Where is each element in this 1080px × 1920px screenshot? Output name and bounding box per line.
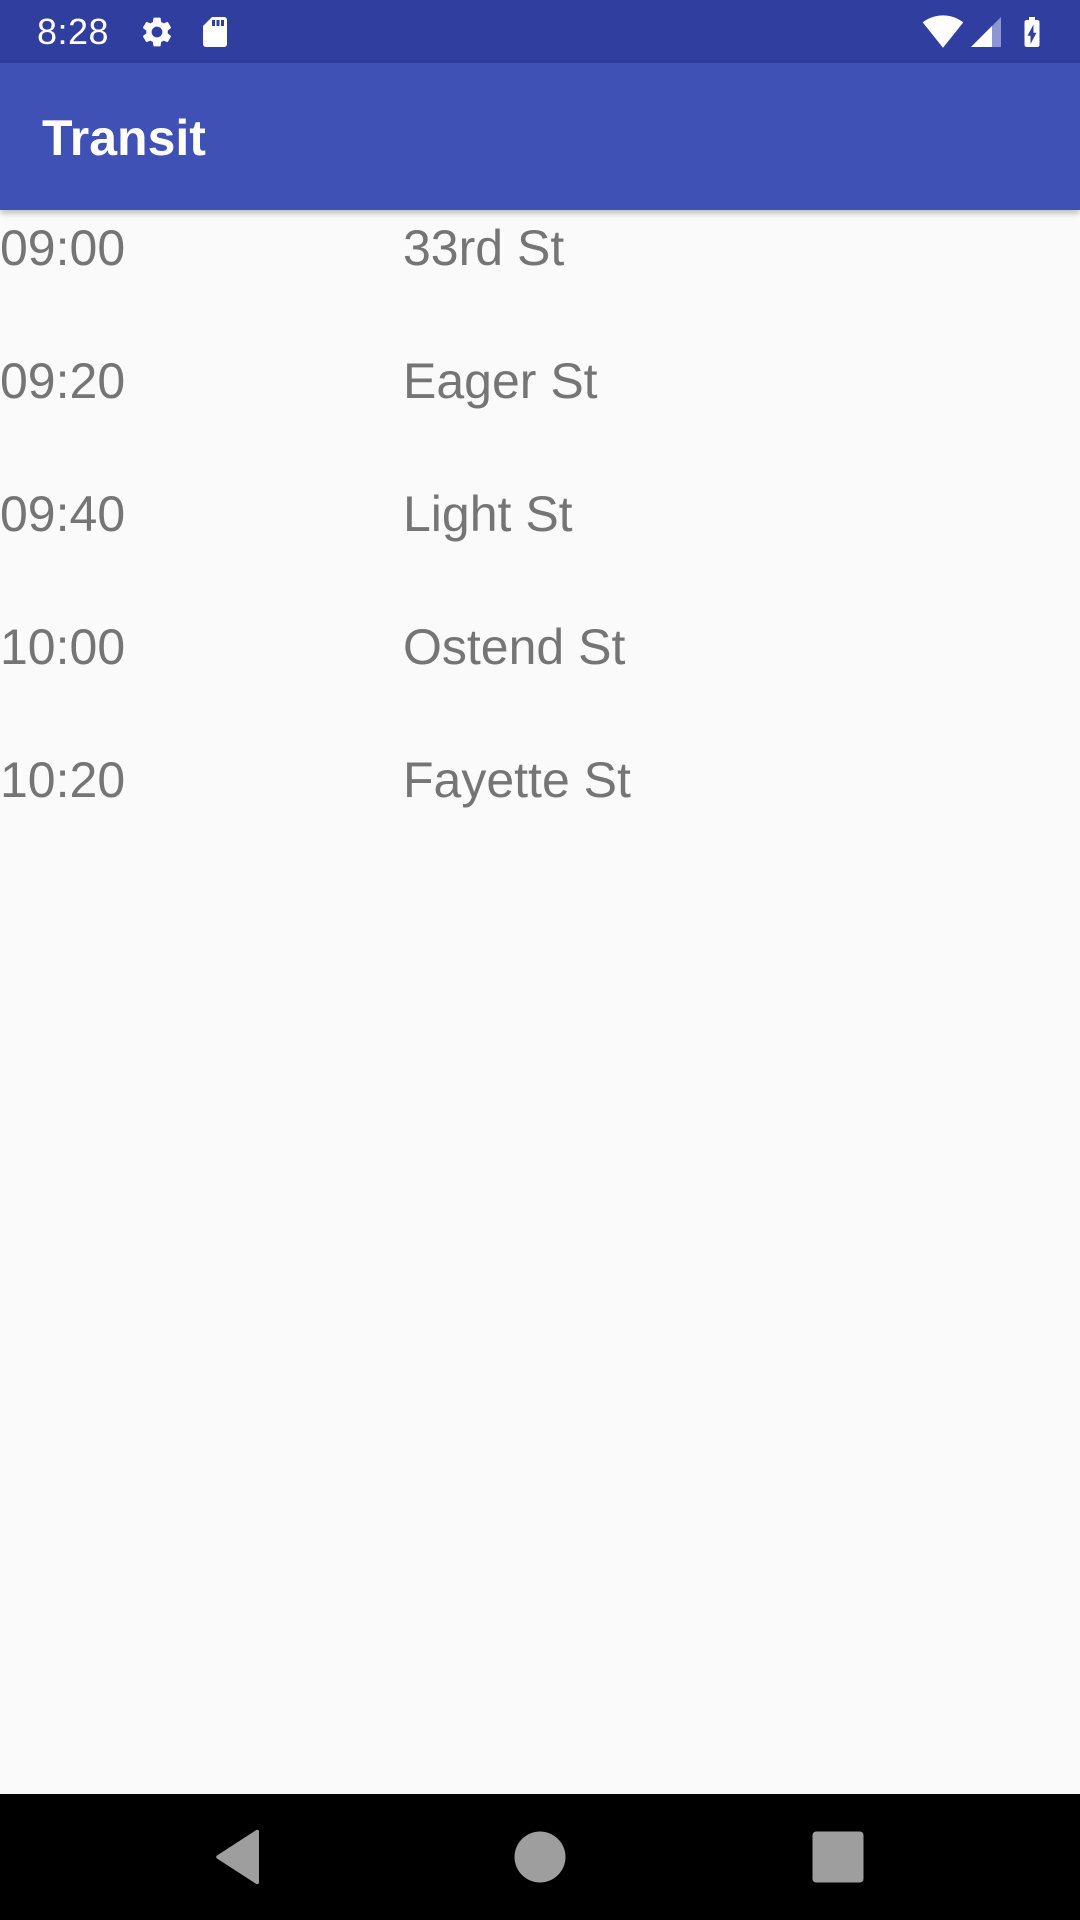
recents-icon[interactable] [802, 1821, 874, 1893]
wifi-icon [922, 15, 964, 48]
cell-signal-icon [971, 17, 1001, 47]
sd-card-icon [203, 17, 227, 47]
navigation-bar [0, 1794, 1080, 1920]
stop-name: Ostend St [403, 619, 626, 675]
schedule-list: 09:00 33rd St 09:20 Eager St 09:40 Light… [0, 210, 1080, 875]
departure-time: 09:20 [0, 353, 126, 409]
list-item[interactable]: 09:20 Eager St [0, 343, 1080, 476]
stop-name: Light St [403, 486, 573, 542]
stop-name: 33rd St [403, 220, 565, 276]
app-title: Transit [42, 110, 206, 166]
departure-time: 10:00 [0, 619, 126, 675]
list-item[interactable]: 10:20 Fayette St [0, 742, 1080, 875]
list-item[interactable]: 09:40 Light St [0, 476, 1080, 609]
list-item[interactable]: 09:00 33rd St [0, 210, 1080, 343]
stop-name: Fayette St [403, 752, 631, 808]
status-bar: 8:28 [0, 0, 1080, 63]
battery-charging-icon [1024, 17, 1040, 47]
app-bar: Transit [0, 63, 1080, 210]
stop-name: Eager St [403, 353, 598, 409]
departure-time: 10:20 [0, 752, 126, 808]
departure-time: 09:00 [0, 220, 126, 276]
home-icon[interactable] [504, 1821, 576, 1893]
departure-time: 09:40 [0, 486, 126, 542]
status-time: 8:28 [37, 11, 110, 52]
back-icon[interactable] [202, 1821, 274, 1893]
list-item[interactable]: 10:00 Ostend St [0, 609, 1080, 742]
gear-icon [142, 17, 172, 47]
